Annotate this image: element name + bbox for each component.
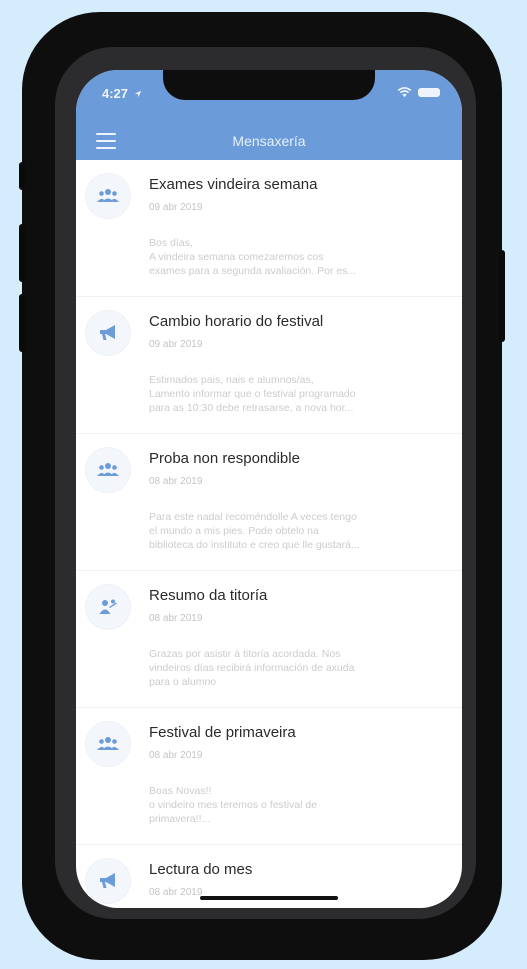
- message-preview: Boas Novas!! o vindeiro mes teremos o fe…: [149, 785, 318, 825]
- message-date: 08 abr 2019: [149, 476, 203, 487]
- mute-switch: [19, 162, 25, 190]
- list-item[interactable]: Exames vindeira semana 09 abr 2019 Bos d…: [76, 160, 462, 297]
- message-preview: Para este nadal recoméndolle A veces ten…: [149, 511, 360, 551]
- status-indicators: [397, 87, 440, 98]
- camera-notch: [163, 70, 375, 100]
- group-icon: [86, 448, 130, 492]
- list-item[interactable]: Proba non respondible 08 abr 2019 Para e…: [76, 434, 462, 571]
- message-subject: Proba non respondible: [149, 450, 300, 467]
- message-date: 08 abr 2019: [149, 750, 203, 761]
- list-item[interactable]: Resumo da titoría 08 abr 2019 Grazas por…: [76, 571, 462, 708]
- message-date: 09 abr 2019: [149, 202, 203, 213]
- tutoring-icon: [86, 585, 130, 629]
- message-preview: Bos días, A vindeira semana comezaremos …: [149, 237, 357, 277]
- message-subject: Lectura do mes: [149, 861, 253, 878]
- megaphone-icon: [86, 311, 130, 355]
- megaphone-icon: [86, 859, 130, 903]
- side-button: [499, 250, 505, 342]
- message-subject: Festival de primaveira: [149, 724, 296, 741]
- message-subject: Exames vindeira semana: [149, 176, 318, 193]
- message-preview: Grazas por asistir á titoría acordada. N…: [149, 648, 355, 688]
- wifi-icon: [397, 87, 412, 98]
- status-time: 4:27: [102, 86, 142, 101]
- message-date: 08 abr 2019: [149, 613, 203, 624]
- home-indicator[interactable]: [200, 896, 338, 900]
- app-header: 4:27 Mensaxería: [76, 70, 462, 160]
- volume-up-button: [19, 224, 25, 282]
- group-icon: [86, 722, 130, 766]
- message-list: Exames vindeira semana 09 abr 2019 Bos d…: [76, 160, 462, 908]
- volume-down-button: [19, 294, 25, 352]
- message-subject: Resumo da titoría: [149, 587, 268, 604]
- message-subject: Cambio horario do festival: [149, 313, 324, 330]
- group-icon: [86, 174, 130, 218]
- message-date: 08 abr 2019: [149, 887, 203, 898]
- phone-screen: 4:27 Mensaxería Exames vindeira semana 0…: [76, 70, 462, 908]
- battery-icon: [418, 88, 440, 97]
- message-date: 09 abr 2019: [149, 339, 203, 350]
- page-title: Mensaxería: [232, 133, 306, 149]
- list-item[interactable]: Festival de primaveira 08 abr 2019 Boas …: [76, 708, 462, 845]
- list-item[interactable]: Cambio horario do festival 09 abr 2019 E…: [76, 297, 462, 434]
- location-arrow-icon: [134, 90, 141, 98]
- message-preview: Estimados pais, nais e alumnos/as, Lamen…: [149, 374, 356, 414]
